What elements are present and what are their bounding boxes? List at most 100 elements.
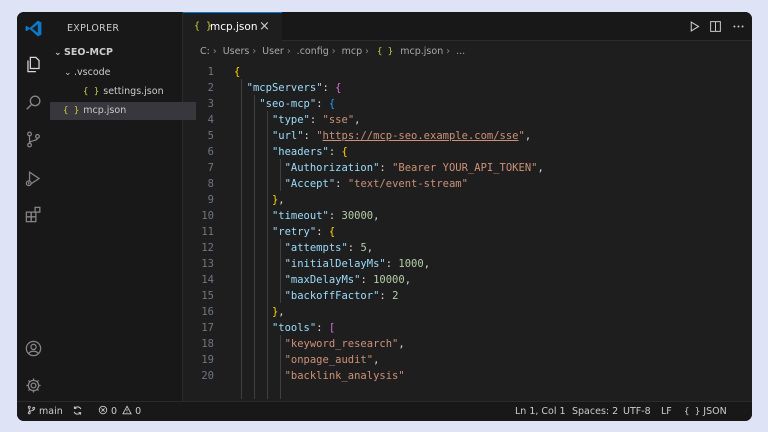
code-line[interactable]: 8 "Accept": "text/event-stream" xyxy=(183,176,752,192)
code-line[interactable]: 17 "tools": [ xyxy=(183,320,752,336)
account-icon[interactable] xyxy=(24,339,43,358)
tree-root-folder[interactable]: ⌄ SEO-MCP xyxy=(50,44,187,62)
problems-status[interactable]: 0 0 xyxy=(98,402,141,421)
code-text: }, xyxy=(234,304,285,320)
breadcrumb-item[interactable]: Users xyxy=(223,41,250,63)
line-number: 16 xyxy=(201,306,214,318)
code-line[interactable]: 9 }, xyxy=(183,192,752,208)
code-line[interactable]: 19 "onpage_audit", xyxy=(183,352,752,368)
run-icon[interactable] xyxy=(688,20,701,33)
code-text: }, xyxy=(234,192,285,208)
code-token: "backlink_analysis" xyxy=(284,370,405,382)
cursor-position[interactable]: Ln 1, Col 1 xyxy=(515,402,566,421)
code-text: "tools": [ xyxy=(234,320,335,336)
tree-file-mcp[interactable]: { } mcp.json xyxy=(50,102,196,120)
line-number: 5 xyxy=(207,130,214,142)
files-icon[interactable] xyxy=(24,55,43,74)
code-token: "attempts" xyxy=(284,242,348,254)
code-text: "timeout": 30000, xyxy=(234,208,380,224)
code-line[interactable]: 2 "mcpServers": { xyxy=(183,80,752,96)
chevron-down-icon: ⌄ xyxy=(54,48,62,58)
code-token: "timeout" xyxy=(271,210,329,222)
extensions-icon[interactable] xyxy=(24,205,43,224)
split-editor-icon[interactable] xyxy=(709,20,722,33)
encoding-status[interactable]: UTF-8 xyxy=(623,402,651,421)
close-icon[interactable]: × xyxy=(259,13,270,41)
settings-gear-icon[interactable] xyxy=(24,376,43,395)
line-number: 20 xyxy=(201,370,214,382)
code-line[interactable]: 15 "backoffFactor": 2 xyxy=(183,288,752,304)
tree-folder-vscode[interactable]: ⌄ .vscode xyxy=(50,64,197,82)
code-token: 2 xyxy=(392,290,399,302)
code-line[interactable]: 12 "attempts": 5, xyxy=(183,240,752,256)
vscode-window: EXPLORER ⌄ SEO-MCP ⌄ .vscode { } settings.j… xyxy=(17,12,752,421)
url-link[interactable]: https://mcp-seo.example.com/sse xyxy=(323,130,519,142)
code-line[interactable]: 14 "maxDelayMs": 10000, xyxy=(183,272,752,288)
tab-mcp-json[interactable]: { } mcp.json × xyxy=(183,12,282,41)
code-text: "mcpServers": { xyxy=(234,80,342,96)
more-actions-icon[interactable] xyxy=(732,20,745,33)
code-line[interactable]: 11 "retry": { xyxy=(183,224,752,240)
breadcrumb-item[interactable]: mcp.json xyxy=(400,41,443,63)
line-number: 9 xyxy=(207,194,214,206)
code-line[interactable]: 20 "backlink_analysis" xyxy=(183,368,752,384)
run-debug-icon[interactable] xyxy=(24,169,43,188)
code-token: : xyxy=(322,82,336,94)
line-number: 18 xyxy=(201,338,214,350)
code-text: "backlink_analysis" xyxy=(234,368,405,384)
breadcrumb-item[interactable]: .config xyxy=(297,41,329,63)
code-line[interactable]: 13 "initialDelayMs": 1000, xyxy=(183,256,752,272)
eol-status[interactable]: LF xyxy=(661,402,672,421)
code-token: : xyxy=(328,210,342,222)
activity-bar xyxy=(17,12,50,401)
code-token: "headers" xyxy=(271,146,329,158)
file-label: mcp.json xyxy=(83,105,127,116)
file-label: settings.json xyxy=(103,86,164,97)
vscode-logo-icon xyxy=(25,20,42,37)
line-number: 7 xyxy=(207,162,214,174)
code-token: : xyxy=(316,226,329,238)
breadcrumb-item[interactable]: mcp xyxy=(342,41,363,63)
source-control-icon[interactable] xyxy=(24,130,43,149)
code-token: , xyxy=(373,210,380,222)
code-editor[interactable]: 1{2 "mcpServers": {3 "seo-mcp": {4 "type… xyxy=(183,63,752,401)
code-token: { xyxy=(328,98,336,110)
breadcrumb-item[interactable]: User xyxy=(262,41,284,63)
code-token: : xyxy=(316,322,329,334)
code-token: "seo-mcp" xyxy=(259,98,317,110)
code-token: : xyxy=(303,130,317,142)
code-line[interactable]: 18 "keyword_research", xyxy=(183,336,752,352)
code-token: : xyxy=(328,146,342,158)
code-line[interactable]: 1{ xyxy=(183,64,752,80)
code-line[interactable]: 5 "url": "https://mcp-seo.example.com/ss… xyxy=(183,128,752,144)
folder-label: .vscode xyxy=(74,67,111,78)
indentation-status[interactable]: Spaces: 2 xyxy=(572,402,618,421)
code-line[interactable]: 16 }, xyxy=(183,304,752,320)
code-line[interactable]: 7 "Authorization": "Bearer YOUR_API_TOKE… xyxy=(183,160,752,176)
language-mode[interactable]: { } JSON xyxy=(684,402,727,421)
line-number: 3 xyxy=(207,98,214,110)
code-line[interactable]: 6 "headers": { xyxy=(183,144,752,160)
chevron-right-icon: › xyxy=(446,46,451,57)
branch-status[interactable]: main xyxy=(27,402,63,421)
line-number: 12 xyxy=(201,242,214,254)
line-number: 19 xyxy=(201,354,214,366)
code-line[interactable]: 4 "type": "sse", xyxy=(183,112,752,128)
breadcrumb-item[interactable]: ... xyxy=(456,41,465,63)
code-line[interactable]: 10 "timeout": 30000, xyxy=(183,208,752,224)
breadcrumb-item[interactable]: C: xyxy=(200,41,210,63)
code-line[interactable]: 3 "seo-mcp": { xyxy=(183,96,752,112)
search-icon[interactable] xyxy=(24,93,43,112)
code-token: , xyxy=(404,274,412,286)
code-token: : xyxy=(335,178,348,190)
code-text: "url": "https://mcp-seo.example.com/sse"… xyxy=(234,128,531,144)
code-token: { xyxy=(335,82,342,94)
warning-count: 0 xyxy=(135,406,142,417)
code-token: : xyxy=(360,274,374,286)
code-token: "text/event-stream" xyxy=(347,178,468,190)
sync-icon[interactable] xyxy=(72,402,83,421)
chevron-right-icon: › xyxy=(331,46,336,57)
